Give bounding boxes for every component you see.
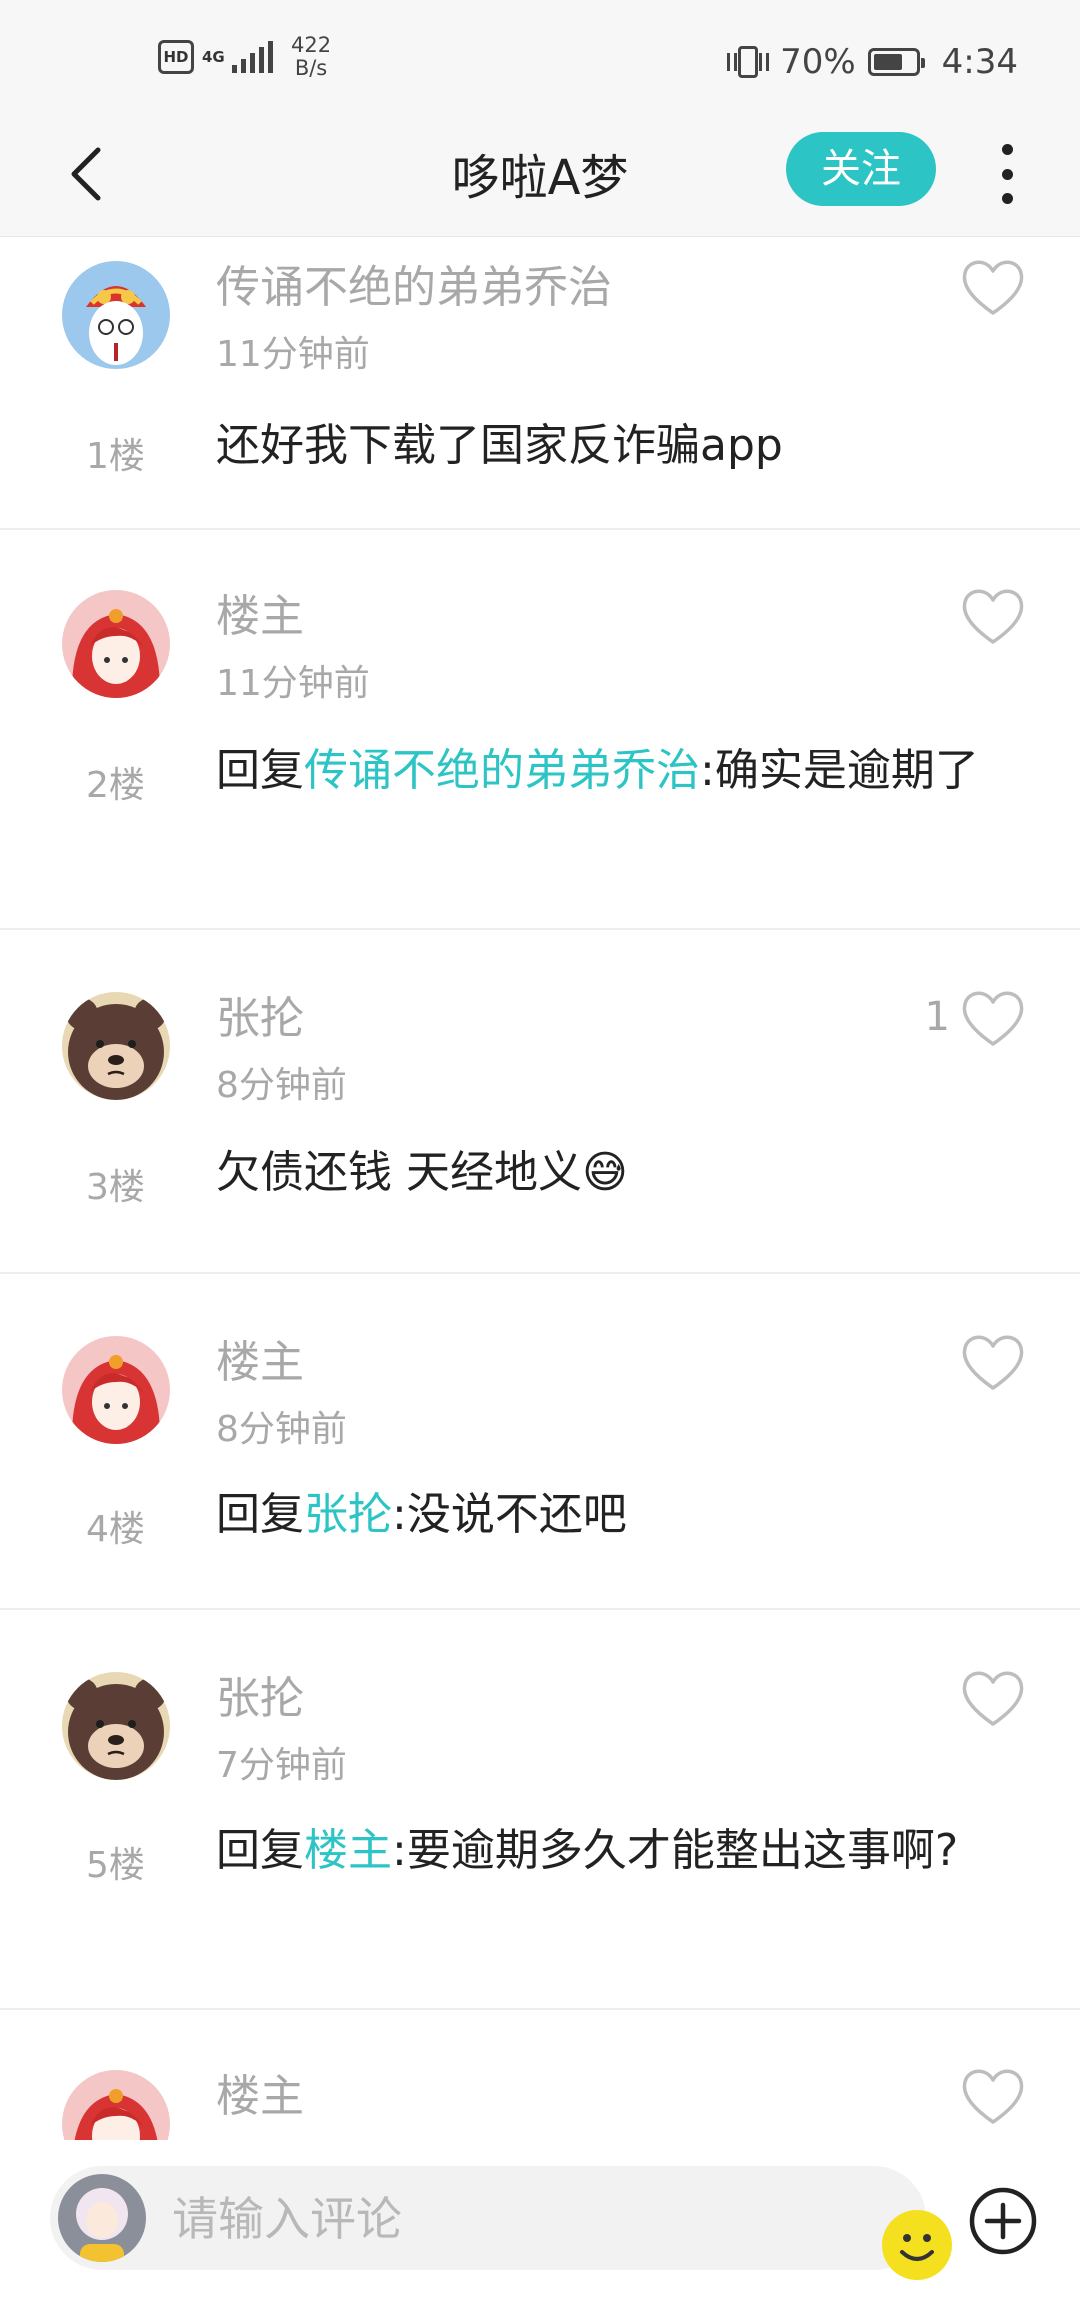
comment-list[interactable]: 传诵不绝的弟弟乔治 11分钟前 1楼 还好我下载了国家反诈骗app 楼主 11分…	[0, 237, 1080, 2140]
comment-text: 欠债还钱 天经地义😅	[216, 1142, 1016, 1204]
comment-text: 回复张抡:没说不还吧	[216, 1484, 1016, 1546]
avatar[interactable]	[62, 992, 170, 1100]
reply-prefix: 回复	[216, 1825, 304, 1876]
vibrate-icon	[727, 46, 770, 78]
comment-username[interactable]: 楼主	[216, 1326, 304, 1390]
battery-level	[873, 54, 902, 70]
reply-prefix: 回复	[216, 1489, 304, 1540]
battery-icon	[867, 48, 925, 76]
comment-body: :确实是逾期了	[700, 745, 979, 796]
comment-text: 回复传诵不绝的弟弟乔治:确实是逾期了	[216, 740, 1016, 802]
comment-time: 11分钟前	[216, 334, 370, 375]
avatar[interactable]	[62, 1336, 170, 1444]
comment-item: 楼主 11分钟前 2楼 回复传诵不绝的弟弟乔治:确实是逾期了	[0, 530, 1080, 930]
heart-outline-icon[interactable]	[960, 2066, 1026, 2126]
comment-body: :要逾期多久才能整出这事啊?	[392, 1825, 959, 1876]
more-vertical-icon	[1001, 144, 1013, 155]
like-count: 1	[924, 994, 950, 1040]
comment-item: 楼主	[0, 2010, 1080, 2140]
comment-item: 张抡 7分钟前 5楼 回复楼主:要逾期多久才能整出这事啊?	[0, 1610, 1080, 2010]
smiley-icon	[900, 2234, 934, 2261]
avatar[interactable]	[62, 590, 170, 698]
comment-body: 还好我下载了国家反诈骗app	[216, 420, 783, 471]
comment-input[interactable]	[170, 2188, 774, 2250]
comment-username[interactable]: 张抡	[216, 982, 304, 1046]
comment-username[interactable]: 楼主	[216, 580, 304, 644]
more-options-button[interactable]	[992, 144, 1022, 204]
heart-outline-icon[interactable]	[960, 586, 1026, 646]
floor-number: 2楼	[86, 765, 145, 806]
comment-body: :没说不还吧	[392, 1489, 627, 1540]
mention-link[interactable]: 张抡	[304, 1489, 392, 1540]
heart-outline-icon[interactable]	[960, 1332, 1026, 1392]
heart-outline-icon[interactable]	[960, 988, 1026, 1048]
comment-item: 传诵不绝的弟弟乔治 11分钟前 1楼 还好我下载了国家反诈骗app	[0, 237, 1080, 530]
mention-link[interactable]: 传诵不绝的弟弟乔治	[304, 745, 700, 796]
comment-time: 7分钟前	[216, 1745, 347, 1786]
hd-icon: HD	[158, 40, 194, 74]
emoji-button[interactable]	[882, 2210, 952, 2280]
signal-icon	[232, 41, 273, 73]
comment-input-bar	[0, 2140, 1080, 2310]
comment-time: 8分钟前	[216, 1065, 347, 1106]
comment-input-container[interactable]	[50, 2166, 952, 2280]
status-bar: HD 4G 422 B/s 70% 4:34	[0, 0, 1080, 110]
comment-username[interactable]: 传诵不绝的弟弟乔治	[216, 251, 612, 315]
clock: 4:34	[941, 42, 1018, 82]
comment-username[interactable]: 张抡	[216, 1662, 304, 1726]
floor-number: 4楼	[86, 1509, 145, 1550]
comment-time: 11分钟前	[216, 663, 370, 704]
plus-circle-icon	[969, 2187, 1037, 2255]
network-type: 4G	[202, 47, 225, 66]
comment-username[interactable]: 楼主	[216, 2060, 304, 2124]
top-nav-bar: 哆啦A梦 关注	[0, 110, 1080, 237]
reply-prefix: 回复	[216, 745, 304, 796]
floor-number: 3楼	[86, 1167, 145, 1208]
comment-time: 8分钟前	[216, 1409, 347, 1450]
my-avatar	[58, 2174, 146, 2262]
mention-link[interactable]: 楼主	[304, 1825, 392, 1876]
status-left: HD 4G 422 B/s	[158, 34, 331, 80]
comment-text: 还好我下载了国家反诈骗app	[216, 415, 1016, 477]
floor-number: 1楼	[86, 436, 145, 477]
follow-button[interactable]: 关注	[786, 132, 936, 206]
avatar[interactable]	[62, 1672, 170, 1780]
heart-outline-icon[interactable]	[960, 1668, 1026, 1728]
avatar[interactable]	[62, 2070, 170, 2140]
network-speed-value: 422	[291, 33, 332, 57]
comment-text: 回复楼主:要逾期多久才能整出这事啊?	[216, 1820, 1016, 1882]
comment-body: 欠债还钱 天经地义😅	[216, 1147, 628, 1198]
network-speed: 422 B/s	[291, 34, 331, 80]
status-right: 70% 4:34	[727, 42, 1018, 82]
avatar[interactable]	[62, 261, 170, 369]
floor-number: 5楼	[86, 1845, 145, 1886]
add-button[interactable]	[968, 2186, 1038, 2256]
network-speed-unit: B/s	[294, 56, 328, 80]
heart-outline-icon[interactable]	[960, 257, 1026, 317]
comment-item: 楼主 8分钟前 4楼 回复张抡:没说不还吧	[0, 1274, 1080, 1610]
comment-item: 张抡 8分钟前 1 3楼 欠债还钱 天经地义😅	[0, 930, 1080, 1274]
battery-percent: 70%	[780, 42, 856, 82]
